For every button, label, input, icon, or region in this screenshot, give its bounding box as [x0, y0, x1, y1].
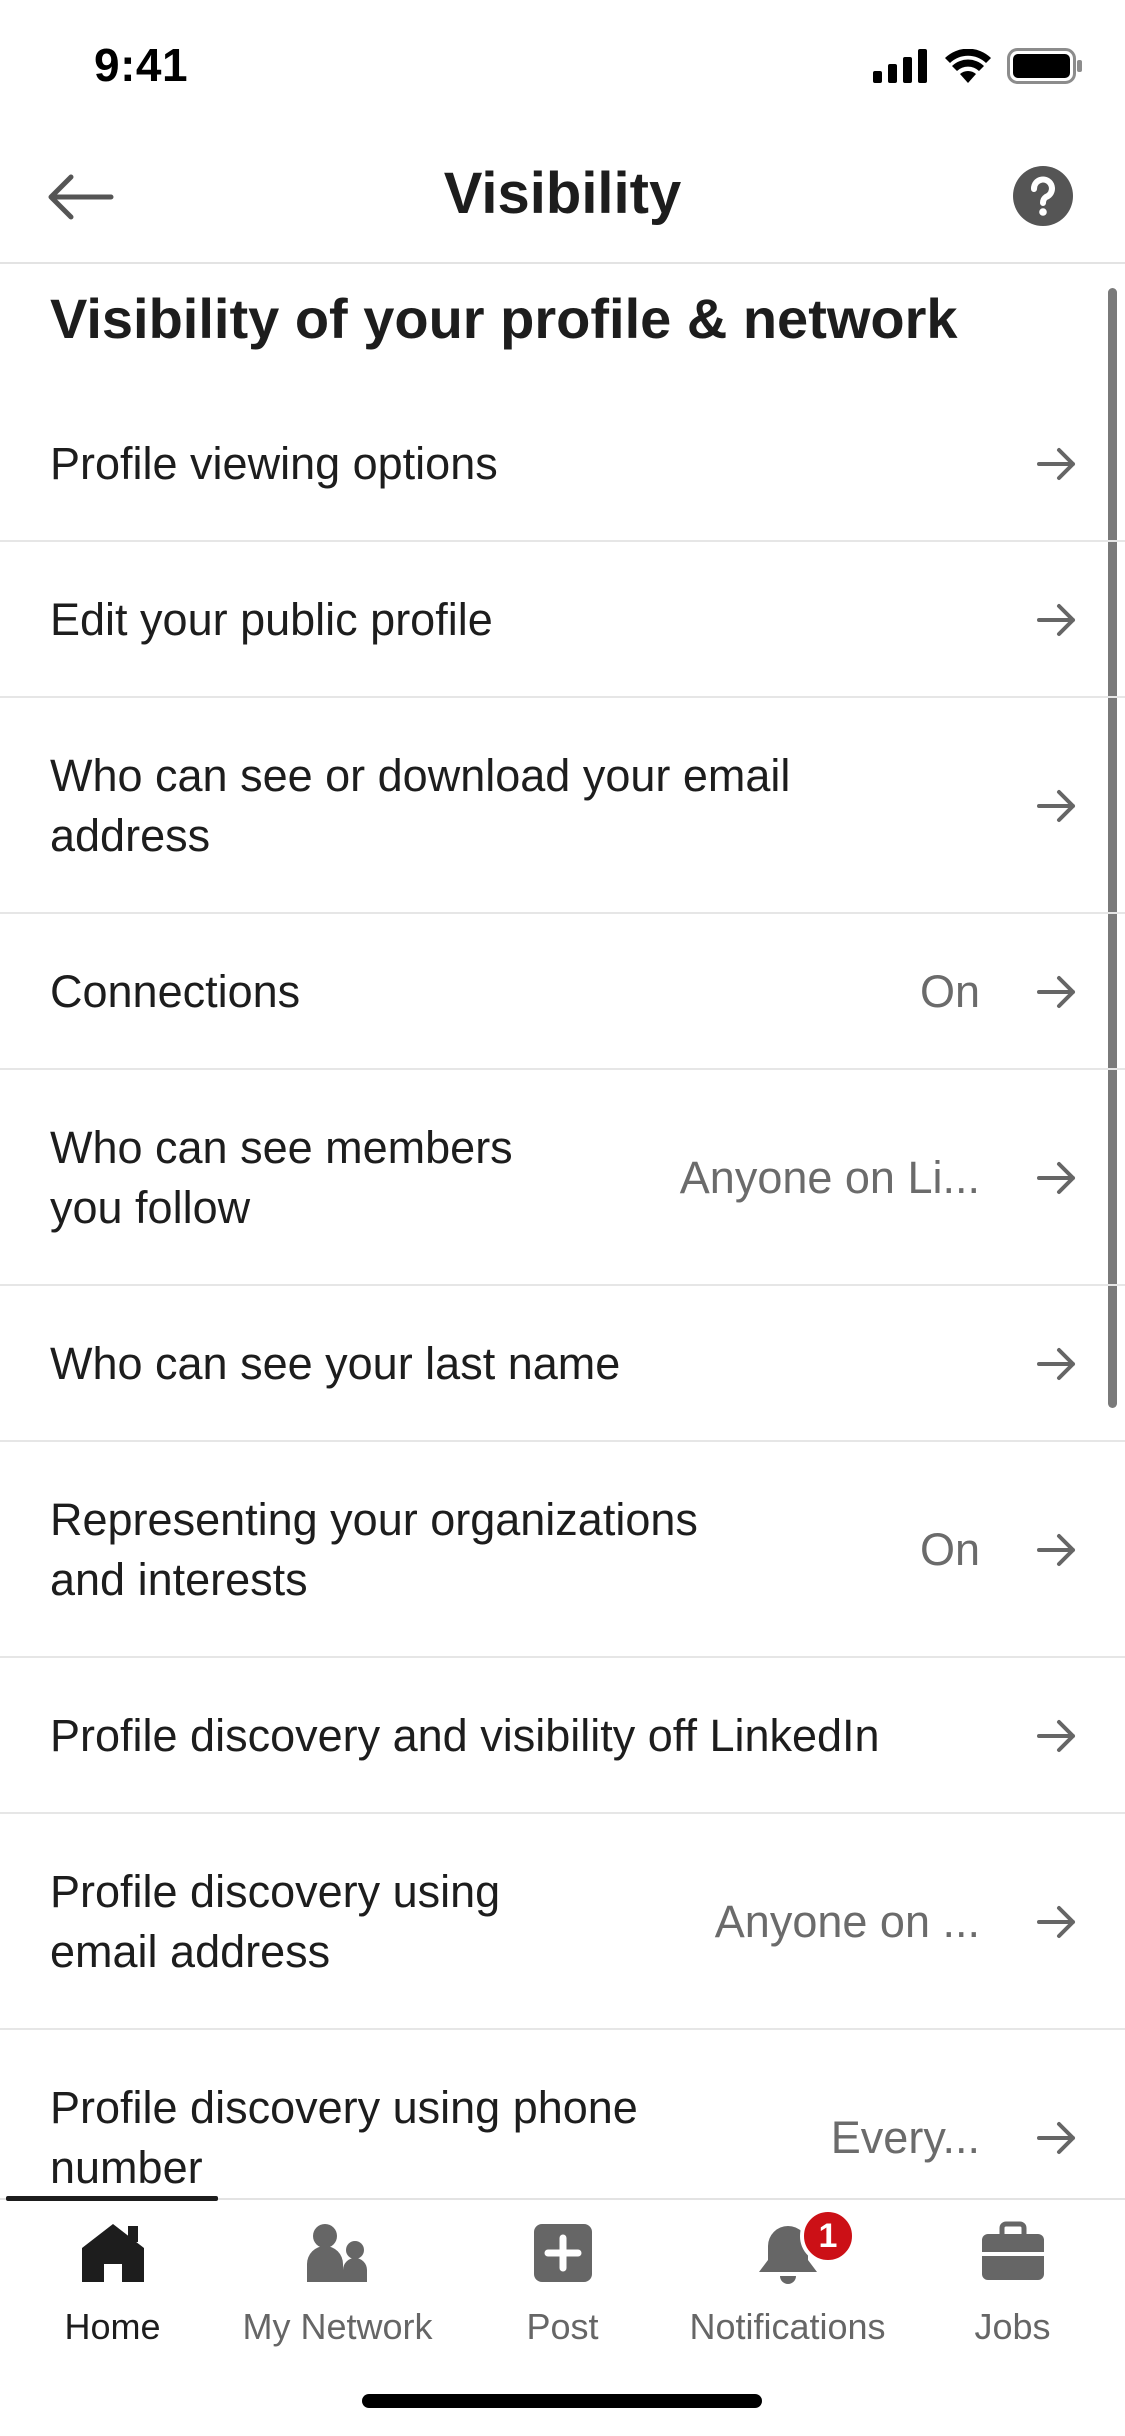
arrow-right-icon — [1037, 1906, 1075, 1938]
arrow-right-icon — [1037, 976, 1075, 1008]
arrow-right-icon — [1037, 1162, 1075, 1194]
people-icon — [306, 2224, 367, 2282]
settings-row-label-line: Edit your public profile — [50, 594, 493, 645]
arrow-right-icon — [1037, 448, 1075, 480]
settings-row-value: Anyone on ... — [714, 1896, 980, 1947]
settings-row-label-line: Who can see or download your email — [50, 750, 791, 801]
nav-item-jobs[interactable]: Jobs — [900, 2214, 1125, 2364]
settings-row-label-line: Profile discovery and visibility off Lin… — [50, 1710, 880, 1761]
settings-row-label: Profile discovery and visibility off Lin… — [50, 1706, 880, 1766]
nav-label: Post — [526, 2306, 599, 2347]
settings-row[interactable]: Profile discovery and visibility off Lin… — [0, 1658, 1125, 1814]
settings-row-value: On — [919, 966, 980, 1017]
home-icon — [81, 2224, 144, 2282]
arrow-right-icon — [1037, 1534, 1075, 1566]
nav-label: Notifications — [689, 2306, 886, 2347]
settings-row-value: Anyone on Li... — [679, 1152, 980, 1203]
nav-item-post[interactable]: Post — [450, 2214, 675, 2364]
settings-row-label-line: email address — [50, 1926, 331, 1977]
settings-row-label-line: Profile discovery using phone — [50, 2082, 638, 2133]
settings-row-label-line: address — [50, 810, 211, 861]
header: Visibility — [0, 132, 1125, 264]
settings-row[interactable]: Profile discovery using email address Anyo… — [0, 1814, 1125, 2030]
arrow-right-icon — [1037, 2122, 1075, 2154]
nav-item-my-network[interactable]: My Network — [225, 2214, 450, 2364]
home-indicator — [362, 2394, 762, 2408]
settings-row-label: Profile discovery using email address — [50, 1862, 500, 1982]
settings-row-label: Profile discovery using phone number — [50, 2078, 638, 2198]
active-tab-indicator — [6, 2196, 218, 2201]
section-title: Visibility of your profile & network — [50, 287, 958, 350]
settings-row-label: Profile viewing options — [50, 434, 498, 494]
cellular-signal-icon — [873, 49, 927, 83]
settings-row[interactable]: Representing your organizations and inter… — [0, 1442, 1125, 1658]
nav-item-notifications[interactable]: 1 Notifications — [675, 2208, 900, 2364]
settings-row-label: Who can see or download your email addres… — [50, 746, 790, 866]
battery-icon — [1007, 48, 1082, 84]
question-circle-icon — [1013, 166, 1073, 226]
settings-row-label: Who can see members you follow — [50, 1118, 513, 1238]
status-time: 9:41 — [94, 39, 189, 91]
help-button[interactable] — [1013, 166, 1073, 226]
settings-row-value: Every... — [830, 2112, 980, 2163]
settings-row-label: Connections — [50, 962, 300, 1022]
settings-row-label: Who can see your last name — [50, 1334, 620, 1394]
nav-label: Home — [64, 2306, 161, 2347]
settings-row-label-line: Who can see your last name — [50, 1338, 621, 1389]
settings-row-label-line: you follow — [50, 1182, 251, 1233]
settings-row[interactable]: Connections On — [0, 914, 1125, 1070]
arrow-right-icon — [1037, 1720, 1075, 1752]
arrow-right-icon — [1037, 604, 1075, 636]
settings-row-label: Edit your public profile — [50, 590, 493, 650]
settings-row[interactable]: Profile viewing options — [0, 386, 1125, 542]
settings-row[interactable]: Profile discovery using phone number Every… — [0, 2030, 1125, 2198]
settings-content: Visibility of your profile & network Pro… — [0, 264, 1125, 2198]
settings-row-label-line: Who can see members — [50, 1122, 513, 1173]
notification-badge: 1 — [800, 2208, 856, 2264]
settings-row-label: Representing your organizations and inter… — [50, 1490, 698, 1610]
arrow-right-icon — [1037, 1348, 1075, 1380]
nav-label: My Network — [242, 2306, 433, 2347]
settings-row[interactable]: Who can see or download your email addres… — [0, 698, 1125, 914]
settings-row[interactable]: Edit your public profile — [0, 542, 1125, 698]
status-bar: 9:41 — [0, 0, 1125, 132]
plus-square-icon — [533, 2224, 592, 2282]
settings-row-label-line: and interests — [50, 1554, 308, 1605]
settings-list: Profile viewing options Edit your public … — [0, 386, 1125, 2198]
page-title: Visibility — [443, 161, 682, 226]
settings-row-label-line: number — [50, 2142, 203, 2193]
settings-row-label-line: Connections — [50, 966, 301, 1017]
nav-item-home[interactable]: Home — [0, 2214, 225, 2364]
nav-label: Jobs — [974, 2306, 1051, 2347]
settings-row-label-line: Representing your organizations — [50, 1494, 698, 1545]
settings-row[interactable]: Who can see members you follow Anyone on L… — [0, 1070, 1125, 1286]
visibility-settings-screen: 9:41 Visibility Visibility of your profi… — [0, 0, 1125, 2436]
arrow-right-icon — [1037, 790, 1075, 822]
settings-row-label-line: Profile viewing options — [50, 438, 498, 489]
briefcase-icon — [981, 2221, 1044, 2280]
status-icons — [873, 48, 1083, 84]
wifi-icon — [945, 49, 991, 83]
settings-row-label-line: Profile discovery using — [50, 1866, 501, 1917]
settings-row[interactable]: Who can see your last name — [0, 1286, 1125, 1442]
settings-row-value: On — [919, 1524, 980, 1575]
